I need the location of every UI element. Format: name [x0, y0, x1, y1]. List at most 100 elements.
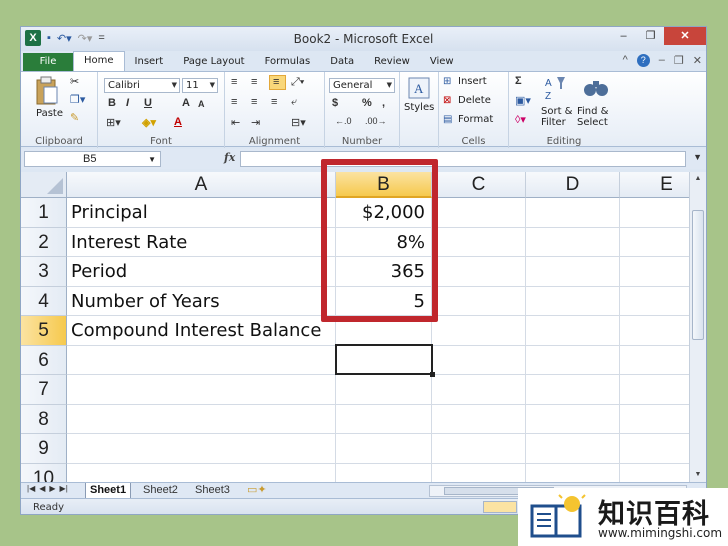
cell-e3[interactable] [620, 257, 689, 287]
column-header-c[interactable]: C [432, 172, 526, 198]
cell-a7[interactable] [67, 375, 336, 405]
align-right-icon[interactable]: ≡ [271, 96, 277, 108]
sort-filter-line2[interactable]: Filter [541, 117, 566, 128]
cell-d3[interactable] [526, 257, 620, 287]
cell-c8[interactable] [432, 404, 526, 434]
paste-button[interactable]: Paste [36, 108, 63, 119]
cell-d1[interactable] [526, 198, 620, 228]
row-header[interactable]: 3 [21, 257, 67, 287]
autosum-button[interactable]: Σ [515, 75, 522, 87]
tab-review[interactable]: Review [364, 53, 420, 71]
doc-restore-button[interactable]: ❐ [674, 54, 684, 67]
cell-a1[interactable]: Principal [67, 198, 336, 228]
orientation-icon[interactable]: ⤢▾ [291, 76, 304, 89]
column-header-a[interactable]: A [67, 172, 336, 198]
tab-formulas[interactable]: Formulas [255, 53, 321, 71]
cell-a8[interactable] [67, 404, 336, 434]
cell-d6[interactable] [526, 345, 620, 375]
vertical-scroll-thumb[interactable] [692, 210, 704, 340]
first-sheet-icon[interactable]: |◀ [27, 484, 35, 493]
scroll-up-icon[interactable]: ▲ [690, 172, 706, 186]
styles-button[interactable]: Styles [404, 102, 434, 113]
increase-indent-icon[interactable]: ⇥ [251, 116, 260, 129]
top-align-icon[interactable]: ≡ [231, 76, 237, 88]
align-center-icon[interactable]: ≡ [251, 96, 257, 108]
formula-input[interactable] [240, 151, 686, 167]
cell-e1[interactable] [620, 198, 689, 228]
delete-cells-button[interactable]: Delete [458, 95, 491, 106]
cell-c7[interactable] [432, 375, 526, 405]
cell-c1[interactable] [432, 198, 526, 228]
bold-button[interactable]: B [108, 97, 116, 109]
cell-c2[interactable] [432, 227, 526, 257]
middle-align-icon[interactable]: ≡ [251, 76, 257, 88]
tab-insert[interactable]: Insert [125, 53, 174, 71]
cell-b10[interactable] [336, 463, 432, 482]
cell-b8[interactable] [336, 404, 432, 434]
row-header[interactable]: 9 [21, 434, 67, 464]
cell-d2[interactable] [526, 227, 620, 257]
scroll-down-icon[interactable]: ▼ [690, 468, 706, 482]
vertical-scrollbar[interactable]: ▲ ▼ [689, 172, 706, 482]
fill-icon[interactable]: ▣▾ [515, 94, 531, 107]
cell-e6[interactable] [620, 346, 689, 375]
cell-d9[interactable] [526, 434, 620, 464]
insert-function-button[interactable]: fx [224, 151, 235, 164]
find-select-line2[interactable]: Select [577, 117, 608, 128]
row-header[interactable]: 1 [21, 198, 67, 228]
cell-e2[interactable] [620, 228, 689, 257]
cell-e10[interactable] [620, 464, 689, 483]
sort-filter-line1[interactable]: Sort & [541, 106, 572, 117]
row-header[interactable]: 4 [21, 286, 67, 316]
minimize-button[interactable]: – [610, 27, 637, 45]
merge-center-icon[interactable]: ⊟▾ [291, 116, 306, 129]
cell-c4[interactable] [432, 286, 526, 316]
wrap-text-icon[interactable]: ⤶ [291, 96, 297, 109]
cell-e8[interactable] [620, 405, 689, 434]
number-format-select[interactable]: General ▼ [329, 78, 395, 93]
close-button[interactable]: ✕ [664, 27, 706, 45]
decrease-decimal-icon[interactable]: .00→ [365, 116, 387, 126]
tab-home[interactable]: Home [73, 51, 125, 71]
increase-decimal-icon[interactable]: ←.0 [335, 116, 352, 126]
row-header[interactable]: 6 [21, 345, 67, 375]
cell-c9[interactable] [432, 434, 526, 464]
doc-minimize-button[interactable]: – [659, 54, 665, 67]
cell-d10[interactable] [526, 463, 620, 482]
comma-button[interactable]: , [382, 97, 385, 109]
help-icon[interactable]: ? [636, 54, 650, 67]
sheet-tab-2[interactable]: Sheet2 [139, 483, 182, 498]
restore-button[interactable]: ❐ [637, 27, 664, 45]
doc-close-button[interactable]: ✕ [693, 54, 702, 67]
paste-icon[interactable] [35, 76, 59, 106]
cell-d5[interactable] [526, 316, 620, 346]
font-color-button[interactable]: A [174, 116, 182, 128]
cell-c10[interactable] [432, 463, 526, 482]
clear-icon[interactable]: ◊▾ [515, 113, 526, 126]
cell-c5[interactable] [432, 316, 526, 346]
sort-filter-icon[interactable]: A Z [545, 75, 567, 101]
cell-e9[interactable] [620, 434, 689, 464]
column-header-d[interactable]: D [526, 172, 620, 198]
insert-cells-button[interactable]: Insert [458, 76, 487, 87]
cell-e7[interactable] [620, 375, 689, 405]
cell-a4[interactable]: Number of Years [67, 286, 336, 316]
column-header-e[interactable]: E [620, 172, 689, 198]
tab-data[interactable]: Data [320, 53, 364, 71]
font-size-select[interactable]: 11 ▼ [182, 78, 218, 93]
minimize-ribbon-icon[interactable]: ^ [623, 54, 628, 67]
cell-c6[interactable] [432, 345, 526, 375]
cell-d4[interactable] [526, 286, 620, 316]
italic-button[interactable]: I [126, 97, 129, 109]
cell-e4[interactable] [620, 287, 689, 316]
active-cell-b5[interactable] [335, 344, 433, 375]
copy-icon[interactable]: ❐▾ [70, 93, 85, 106]
tab-view[interactable]: View [420, 53, 464, 71]
last-sheet-icon[interactable]: ▶| [60, 484, 68, 493]
percent-button[interactable]: % [362, 97, 372, 109]
find-select-line1[interactable]: Find & [577, 106, 608, 117]
font-name-select[interactable]: Calibri ▼ [104, 78, 180, 93]
align-left-icon[interactable]: ≡ [231, 96, 237, 108]
prev-sheet-icon[interactable]: ◀ [39, 484, 45, 493]
view-buttons[interactable] [483, 501, 517, 513]
